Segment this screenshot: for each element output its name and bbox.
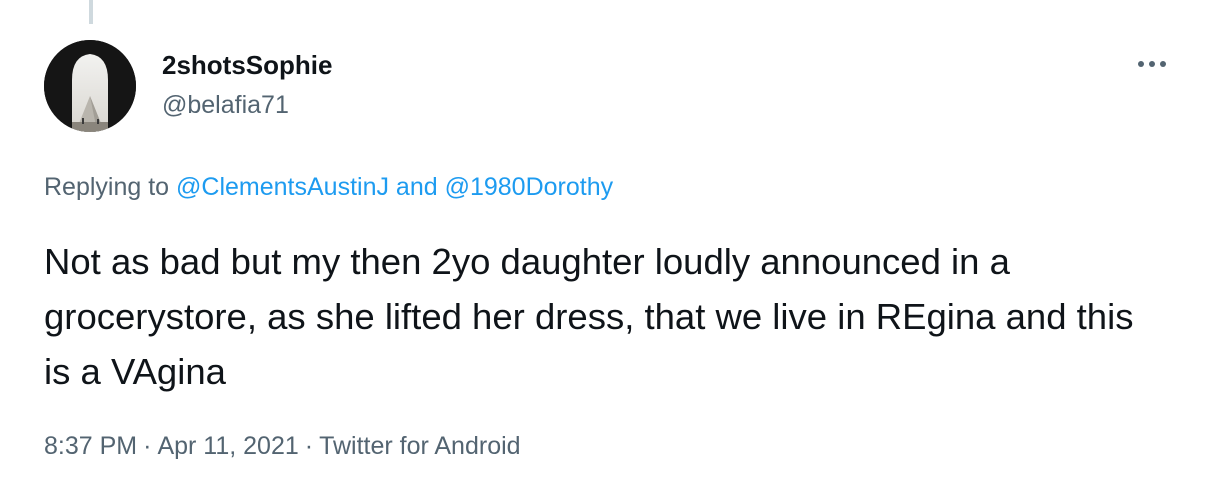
tweet-source[interactable]: Twitter for Android [319, 432, 520, 460]
mention-link-2[interactable]: @1980Dorothy [445, 173, 614, 201]
mention-conjunction[interactable]: and [389, 173, 445, 201]
avatar[interactable] [44, 40, 136, 132]
avatar-photo-image [44, 40, 136, 132]
tweet-body-text: Not as bad but my then 2yo daughter loud… [44, 241, 1134, 392]
more-horizontal-icon [1138, 61, 1166, 67]
tweet-metadata: 8:37 PM · Apr 11, 2021 · Twitter for Android [44, 429, 521, 463]
more-options-button[interactable] [1130, 46, 1174, 82]
replying-to-line: Replying to @ClementsAustinJ and @1980Do… [44, 170, 613, 204]
tweet-card: 2shotsSophie @belafia71 Replying to @Cle… [0, 0, 1206, 486]
tweet-date[interactable]: Apr 11, 2021 [157, 432, 298, 460]
thread-connector-line [89, 0, 93, 24]
tweet-time[interactable]: 8:37 PM [44, 432, 137, 460]
author-display-name[interactable]: 2shotsSophie [162, 49, 332, 81]
meta-separator-1: · [143, 432, 152, 460]
replying-to-label: Replying to [44, 173, 177, 201]
meta-separator-2: · [304, 432, 314, 460]
author-handle[interactable]: @belafia71 [162, 89, 289, 121]
mention-link-1[interactable]: @ClementsAustinJ [176, 173, 389, 201]
